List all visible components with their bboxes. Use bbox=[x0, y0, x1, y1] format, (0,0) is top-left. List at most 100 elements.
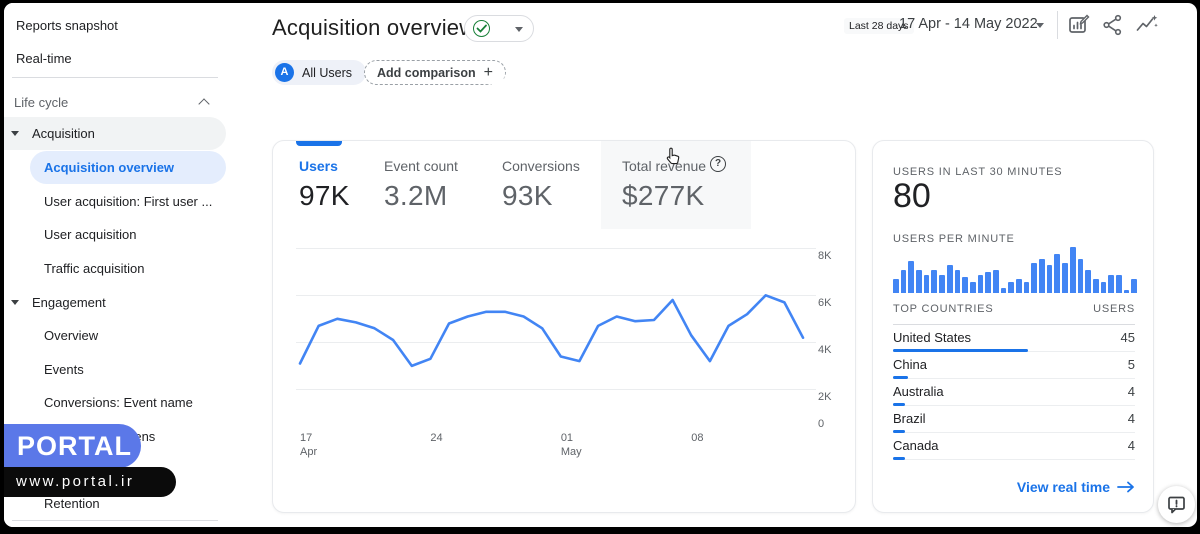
window-frame: Reports snapshot Real-time Life cycle Ac… bbox=[0, 0, 1200, 534]
date-range-selector[interactable]: 17 Apr - 14 May 2022 bbox=[899, 16, 1038, 32]
country-row: Australia4 bbox=[893, 379, 1135, 406]
sidebar-divider bbox=[12, 520, 218, 521]
users-30min-value: 80 bbox=[893, 177, 931, 216]
segment-avatar: A bbox=[275, 63, 294, 82]
metric-tab-users[interactable]: Users 97K bbox=[299, 158, 350, 212]
country-users-value: 45 bbox=[1121, 330, 1135, 345]
per-minute-bar bbox=[1116, 275, 1122, 293]
add-comparison-button[interactable]: Add comparison + bbox=[364, 60, 506, 85]
country-users-value: 4 bbox=[1128, 411, 1135, 426]
per-minute-bar bbox=[1001, 288, 1007, 293]
countries-table: United States45China5Australia4Brazil4Ca… bbox=[893, 325, 1135, 460]
per-minute-bar bbox=[924, 275, 930, 293]
customize-report-icon[interactable] bbox=[1067, 13, 1091, 37]
redacted-area bbox=[492, 79, 556, 98]
help-icon[interactable]: ? bbox=[710, 156, 726, 172]
realtime-card: USERS IN LAST 30 MINUTES 80 USERS PER MI… bbox=[872, 140, 1154, 513]
per-minute-bar bbox=[939, 275, 945, 293]
arrow-right-icon bbox=[1117, 481, 1135, 493]
check-circle-icon bbox=[473, 20, 490, 37]
y-axis-tick: 6K bbox=[818, 297, 831, 309]
selected-tab-indicator bbox=[296, 141, 342, 146]
y-axis-tick: 0 bbox=[818, 418, 824, 430]
sidebar-item-real-time[interactable]: Real-time bbox=[4, 42, 226, 75]
header-divider bbox=[1057, 11, 1058, 39]
sidebar-item-user-acquisition[interactable]: User acquisition bbox=[4, 218, 226, 251]
sidebar-item-acquisition[interactable]: Acquisition bbox=[4, 117, 226, 150]
per-minute-bar bbox=[908, 261, 914, 293]
sidebar-item-reports-snapshot[interactable]: Reports snapshot bbox=[4, 9, 226, 42]
x-axis-tick: 24 bbox=[430, 431, 442, 445]
line-series bbox=[300, 244, 803, 434]
plus-icon: + bbox=[484, 64, 493, 82]
sidebar-section-life-cycle[interactable]: Life cycle bbox=[4, 86, 226, 119]
portal-watermark-badge: PORTAL bbox=[4, 424, 141, 468]
country-name: Canada bbox=[893, 438, 939, 453]
country-name: Brazil bbox=[893, 411, 926, 426]
per-minute-bar bbox=[1108, 275, 1114, 293]
per-minute-bar bbox=[1093, 279, 1099, 293]
per-minute-bar bbox=[893, 279, 899, 293]
country-name: Australia bbox=[893, 384, 944, 399]
sidebar-item-engagement[interactable]: Engagement bbox=[4, 286, 226, 319]
country-users-value: 4 bbox=[1128, 438, 1135, 453]
all-users-segment-chip[interactable]: A All Users bbox=[272, 60, 366, 85]
feedback-button[interactable] bbox=[1158, 486, 1195, 523]
share-icon[interactable] bbox=[1101, 13, 1125, 37]
per-minute-bar bbox=[993, 270, 999, 293]
metric-tab-event-count[interactable]: Event count 3.2M bbox=[384, 158, 458, 212]
y-axis-tick: 2K bbox=[818, 391, 831, 403]
per-minute-bar bbox=[962, 277, 968, 293]
feedback-bubble-icon bbox=[1167, 495, 1186, 514]
per-minute-bar bbox=[1039, 259, 1045, 294]
sidebar-item-overview[interactable]: Overview bbox=[4, 319, 226, 352]
y-axis-tick: 4K bbox=[818, 344, 831, 356]
report-status-dropdown[interactable] bbox=[464, 15, 534, 42]
per-minute-bar bbox=[1024, 282, 1030, 294]
per-minute-bar bbox=[1101, 282, 1107, 294]
expand-arrow-icon bbox=[11, 300, 19, 305]
mouse-cursor-icon bbox=[665, 147, 682, 171]
x-axis-tick: 17Apr bbox=[300, 431, 317, 459]
chevron-down-icon bbox=[515, 27, 523, 32]
acquisition-overview-card: Users 97K Event count 3.2M Conversions 9… bbox=[272, 140, 856, 513]
per-minute-bar bbox=[916, 270, 922, 293]
sidebar-item-acquisition-overview[interactable]: Acquisition overview bbox=[30, 151, 226, 184]
sidebar-divider bbox=[12, 77, 218, 78]
per-minute-bar bbox=[1131, 279, 1137, 293]
sidebar-item-conversions-event-name[interactable]: Conversions: Event name bbox=[4, 386, 226, 419]
country-row: China 5 bbox=[893, 352, 1135, 379]
sidebar-item-traffic-acquisition[interactable]: Traffic acquisition bbox=[4, 252, 226, 285]
x-axis-tick: 08 bbox=[691, 431, 703, 445]
country-row: Brazil 4 bbox=[893, 406, 1135, 433]
analytics-screen: Reports snapshot Real-time Life cycle Ac… bbox=[4, 3, 1197, 527]
country-bar bbox=[893, 457, 905, 460]
users-per-minute-label: USERS PER MINUTE bbox=[893, 233, 1015, 245]
per-minute-bar bbox=[1085, 270, 1091, 293]
per-minute-bar bbox=[1062, 263, 1068, 293]
per-minute-bar bbox=[1016, 279, 1022, 293]
per-minute-bar bbox=[1008, 282, 1014, 294]
country-users-value: 5 bbox=[1128, 357, 1135, 372]
sidebar-item-user-acquisition-first-user[interactable]: User acquisition: First user ... bbox=[4, 185, 226, 218]
country-row: Canada 4 bbox=[893, 433, 1135, 460]
country-row: United States 45 bbox=[893, 325, 1135, 352]
per-minute-bar bbox=[985, 272, 991, 293]
sidebar-item-events[interactable]: Events bbox=[4, 353, 226, 386]
per-minute-bar bbox=[970, 282, 976, 294]
view-real-time-link[interactable]: View real time bbox=[1017, 479, 1135, 495]
page-title: Acquisition overview bbox=[272, 15, 475, 41]
chevron-up-icon bbox=[198, 98, 209, 109]
portal-watermark-url: www.portal.ir bbox=[4, 467, 176, 497]
countries-table-header: TOP COUNTRIES USERS bbox=[893, 303, 1135, 325]
country-name: United States bbox=[893, 330, 971, 345]
y-axis-tick: 8K bbox=[818, 250, 831, 262]
per-minute-bar bbox=[947, 265, 953, 293]
x-axis-tick: 01May bbox=[561, 431, 582, 459]
per-minute-bar bbox=[931, 270, 937, 293]
per-minute-bar bbox=[1124, 290, 1130, 293]
per-minute-bar bbox=[1047, 265, 1053, 293]
country-name: China bbox=[893, 357, 927, 372]
insights-icon[interactable] bbox=[1135, 13, 1159, 37]
metric-tab-conversions[interactable]: Conversions 93K bbox=[502, 158, 580, 212]
